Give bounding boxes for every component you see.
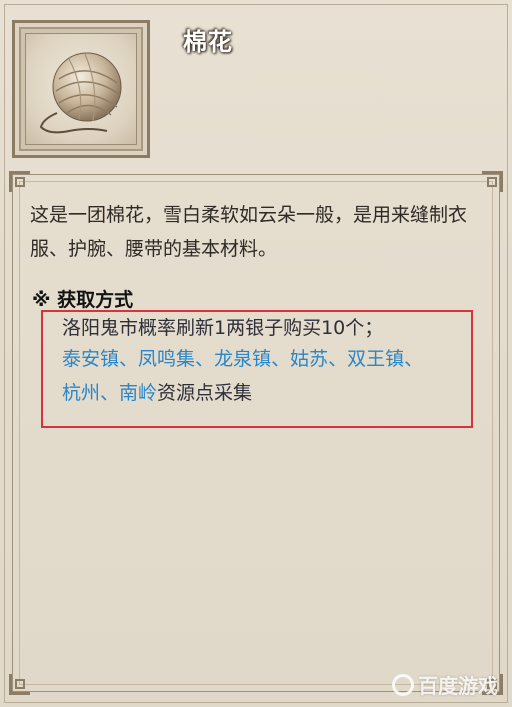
location-nanling: 南岭	[119, 382, 158, 404]
item-description: 这是一团棉花，雪白柔软如云朵一般，是用来缝制衣服、护腕、腰带的基本材料。	[30, 204, 468, 260]
location-fengmingji: 凤鸣集	[138, 348, 196, 370]
baidu-game-logo-icon	[392, 673, 414, 696]
acquisition-heading: ※ 获取方式	[32, 289, 134, 311]
frame-corner-ornament	[9, 674, 30, 695]
frame-corner-ornament	[482, 171, 503, 192]
acquisition-locations-line-1: 泰安镇、凤鸣集、龙泉镇、姑苏、双王镇、	[62, 348, 424, 370]
location-taian: 泰安镇	[62, 348, 120, 370]
frame-corner-ornament	[9, 171, 30, 192]
watermark: 百度游戏	[392, 670, 498, 699]
resource-gather-text: 资源点采集	[157, 382, 253, 404]
location-longquan: 龙泉镇	[214, 348, 272, 370]
item-tooltip-panel: 棉花 这是一团棉花，雪白柔软如云朵一般，是用来缝制衣服、护腕、腰带的基本材料。 …	[0, 0, 512, 707]
item-icon-frame	[12, 20, 150, 158]
location-shuangwang: 双王镇	[347, 348, 405, 370]
item-name: 棉花	[183, 28, 233, 56]
location-hangzhou: 杭州	[62, 382, 101, 404]
cotton-ball-icon	[39, 52, 122, 134]
location-gusu: 姑苏	[290, 348, 329, 370]
acquisition-locations-line-2: 杭州、南岭资源点采集	[62, 382, 253, 404]
acquisition-purchase-line: 洛阳鬼市概率刷新1两银子购买10个；	[62, 317, 384, 339]
